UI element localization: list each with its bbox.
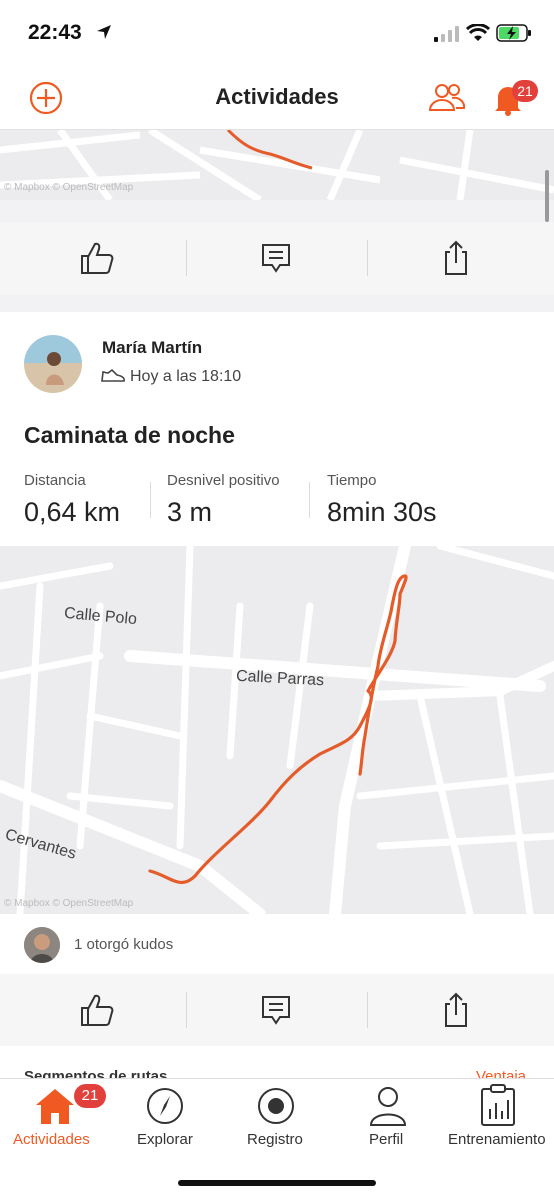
person-icon — [369, 1087, 407, 1126]
next-card-title: Segmentos de rutas — [24, 1068, 168, 1078]
stat-time-label: Tiempo — [327, 472, 377, 489]
share-icon[interactable] — [436, 992, 476, 1028]
next-card-link[interactable]: Ventaja — [476, 1068, 526, 1078]
shoe-icon — [101, 368, 125, 382]
stat-distance-label: Distancia — [24, 472, 86, 489]
stat-distance-value: 0,64 km — [24, 497, 121, 527]
avatar[interactable] — [24, 335, 82, 393]
next-card[interactable]: Segmentos de rutas Ventaja — [0, 1048, 554, 1078]
tab-explore[interactable]: Explorar — [110, 1079, 220, 1159]
signal-icon — [434, 26, 459, 42]
activity-card-actions — [0, 974, 554, 1046]
comment-icon[interactable] — [256, 992, 296, 1028]
status-bar: 22:43 — [0, 0, 554, 68]
activities-badge: 21 — [74, 1084, 106, 1108]
page-title: Actividades — [215, 84, 339, 109]
tab-training[interactable]: Entrenamiento — [440, 1079, 554, 1159]
home-indicator — [178, 1180, 376, 1186]
tab-label: Entrenamiento — [448, 1131, 546, 1148]
home-icon — [36, 1089, 74, 1124]
tab-profile[interactable]: Perfil — [334, 1079, 440, 1159]
notification-badge: 21 — [512, 80, 538, 102]
clipboard-chart-icon — [481, 1084, 515, 1126]
kudos-count[interactable]: 1 otorgó kudos — [74, 936, 173, 953]
battery-charging-icon — [496, 24, 531, 42]
map-credit: © Mapbox © OpenStreetMap — [4, 898, 134, 909]
stat-elevation-label: Desnivel positivo — [167, 472, 280, 489]
tab-label: Actividades — [13, 1131, 90, 1148]
route-map[interactable]: Calle Polo Calle Parras Cervantes © Mapb… — [0, 546, 554, 914]
kudos-thumb-icon[interactable] — [76, 240, 116, 276]
wifi-icon — [466, 24, 490, 41]
map-credit: © Mapbox © OpenStreetMap — [4, 182, 134, 193]
record-icon — [258, 1088, 294, 1124]
stat-time-value: 8min 30s — [327, 497, 437, 527]
kudos-thumb-icon[interactable] — [76, 992, 116, 1028]
friends-icon[interactable] — [428, 82, 466, 112]
tab-record[interactable]: Registro — [220, 1079, 334, 1159]
tab-label: Explorar — [137, 1131, 193, 1148]
status-time: 22:43 — [28, 21, 82, 44]
nav-bar: Actividades — [0, 68, 554, 130]
activity-time: Hoy a las 18:10 — [130, 368, 242, 385]
stat-elevation-value: 3 m — [167, 497, 213, 527]
activity-title[interactable]: Caminata de noche — [24, 422, 235, 449]
comment-icon[interactable] — [256, 240, 296, 276]
tab-label: Registro — [247, 1131, 303, 1148]
kudos-avatar[interactable] — [24, 927, 60, 963]
athlete-name[interactable]: María Martín — [102, 338, 202, 358]
tab-label: Perfil — [369, 1131, 404, 1148]
scroll-indicator[interactable] — [545, 170, 549, 222]
share-icon[interactable] — [436, 240, 476, 276]
previous-activity-map[interactable]: © Mapbox © OpenStreetMap — [0, 130, 554, 200]
compass-icon — [147, 1088, 183, 1124]
previous-card-actions — [0, 222, 554, 294]
location-arrow-icon — [97, 25, 111, 39]
